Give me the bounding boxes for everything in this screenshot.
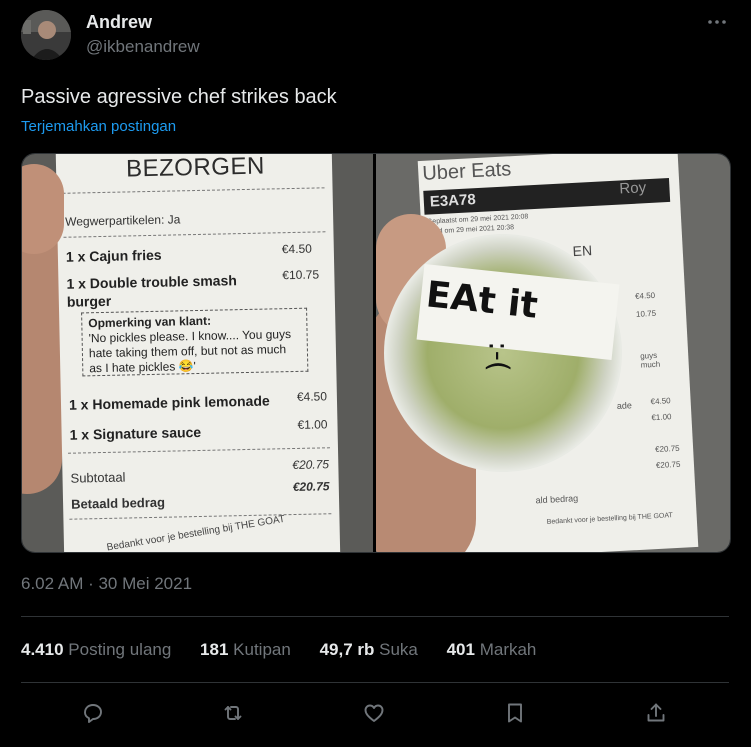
receipt-price: €1.00 — [297, 417, 328, 432]
label-face: :-( — [482, 341, 516, 372]
reposts-label: Posting ulang — [68, 640, 172, 659]
receipt-price: €20.75 — [654, 443, 680, 455]
tweet-timestamp[interactable]: 6.02 AM · 30 Mei 2021 — [21, 574, 192, 594]
photo-sauce-cup[interactable]: Uber Eats E3A78 Roy Geplaatst om 29 mei … — [376, 154, 730, 552]
thumb-image — [22, 164, 64, 254]
divider — [21, 616, 729, 617]
quotes-count: 181 — [200, 640, 229, 659]
receipt-price: €1.00 — [651, 412, 672, 423]
customer-note: Opmerking van klant: 'No pickles please.… — [81, 307, 309, 377]
tweet: Andrew @ikbenandrew Passive agressive ch… — [0, 0, 751, 747]
receipt-item: 1 x Cajun fries — [65, 246, 162, 265]
order-code: E3A78 — [429, 191, 477, 211]
receipt-price: 10.75 — [635, 308, 657, 319]
engagement-stats: 4.410 Posting ulang 181 Kutipan 49,7 rb … — [21, 640, 560, 660]
receipt-price: €4.50 — [281, 241, 312, 257]
receipt-title: BEZORGEN — [125, 154, 266, 183]
avatar-photo — [21, 10, 71, 60]
receipt-item: 1 x Signature sauce — [69, 423, 202, 443]
receipt-divider — [62, 187, 325, 194]
paid-partial: ald bedrag — [535, 493, 579, 506]
receipt-item: 1 x Double trouble smash burger — [66, 272, 237, 310]
receipt-divider — [68, 447, 330, 454]
bookmark-icon[interactable] — [497, 695, 533, 731]
uber-brand: Uber Eats — [421, 158, 512, 185]
bookmarks-count: 401 — [446, 640, 475, 659]
paid-value: €20.75 — [292, 479, 330, 495]
likes-label: Suka — [379, 640, 418, 659]
paid-label: Betaald bedrag — [70, 494, 166, 512]
media-gallery: BEZORGEN Wegwerpartikelen: Ja 1 x Cajun … — [21, 153, 731, 553]
bookmarks-stat[interactable]: 401 Markah — [447, 640, 537, 660]
photo-receipt[interactable]: BEZORGEN Wegwerpartikelen: Ja 1 x Cajun … — [22, 154, 373, 552]
divider — [21, 682, 729, 683]
author-handle[interactable]: @ikbenandrew — [86, 37, 200, 57]
uber-footer: Bedankt voor je bestelling bij THE GOAT — [546, 512, 674, 526]
reposts-count: 4.410 — [21, 640, 64, 659]
likes-stat[interactable]: 49,7 rb Suka — [320, 640, 418, 660]
note-text: 'No pickles please. I know.... You guys … — [88, 327, 292, 376]
note-partial: guys much — [639, 350, 661, 370]
receipt-packaging: Wegwerpartikelen: Ja — [65, 212, 181, 229]
receipt-divider — [63, 231, 326, 238]
author-name[interactable]: Andrew — [86, 12, 152, 33]
receipt-footer: Bedankt voor je bestelling bij THE GOAT — [106, 513, 286, 552]
translate-link[interactable]: Terjemahkan postingan — [21, 118, 176, 135]
reposts-stat[interactable]: 4.410 Posting ulang — [21, 640, 171, 660]
avatar[interactable] — [21, 10, 71, 60]
partial-title: EN — [572, 242, 593, 260]
tweet-text: Passive agressive chef strikes back — [21, 86, 337, 108]
repost-icon[interactable] — [215, 695, 251, 731]
more-icon[interactable] — [705, 10, 729, 34]
action-bar — [0, 695, 751, 735]
receipt-item: 1 x Homemade pink lemonade — [68, 392, 270, 413]
receipt-price: €4.50 — [650, 396, 671, 407]
subtotal-label: Subtotaal — [70, 469, 126, 486]
quotes-label: Kutipan — [233, 640, 291, 659]
receipt-price: €4.50 — [296, 389, 328, 404]
share-icon[interactable] — [638, 695, 674, 731]
quotes-stat[interactable]: 181 Kutipan — [200, 640, 291, 660]
likes-count: 49,7 rb — [319, 640, 375, 659]
courier-name: Roy — [619, 179, 647, 198]
receipt-price: €10.75 — [282, 267, 320, 283]
receipt-paper: BEZORGEN Wegwerpartikelen: Ja 1 x Cajun … — [55, 154, 341, 552]
reply-icon[interactable] — [75, 695, 111, 731]
receipt-price: €20.75 — [655, 459, 681, 471]
heart-icon[interactable] — [356, 695, 392, 731]
receipt-price: €4.50 — [634, 290, 656, 301]
receipt-divider — [69, 513, 332, 520]
bookmarks-label: Markah — [479, 640, 537, 659]
subtotal-value: €20.75 — [292, 457, 330, 473]
item-partial: ade — [616, 400, 633, 411]
